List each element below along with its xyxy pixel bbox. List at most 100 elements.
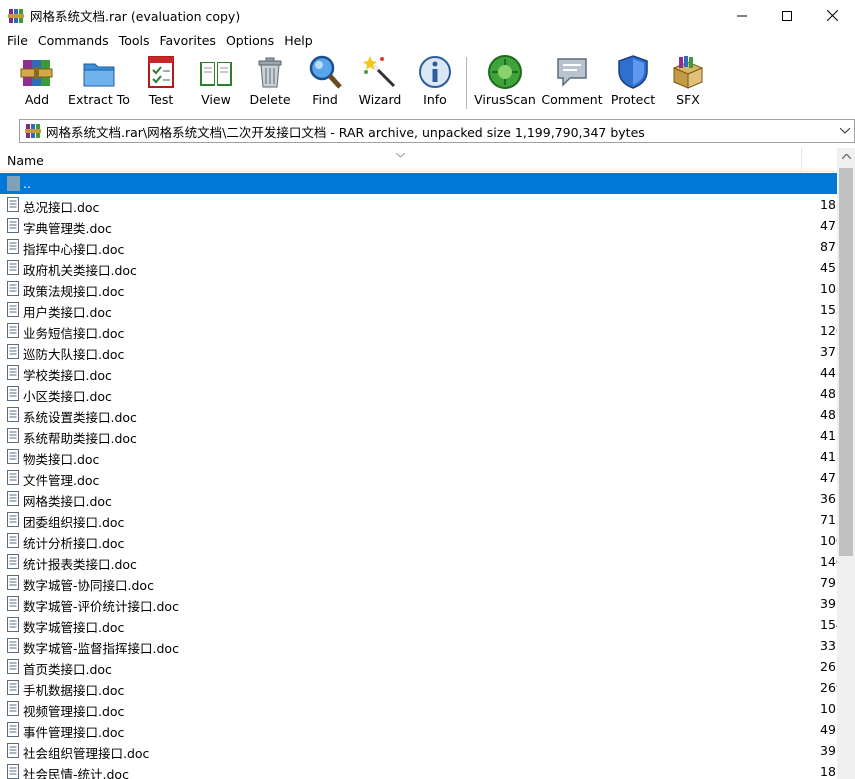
- chevron-down-icon: [840, 128, 850, 134]
- close-button[interactable]: [809, 0, 855, 31]
- comment-icon: [554, 54, 590, 90]
- file-row[interactable]: 政府机关类接口.doc 45: [0, 257, 837, 278]
- file-row[interactable]: 系统设置类接口.doc 487: [0, 404, 837, 425]
- file-row[interactable]: 数字城管-协同接口.doc 79: [0, 572, 837, 593]
- file-row[interactable]: 首页类接口.doc 265: [0, 656, 837, 677]
- column-divider[interactable]: [801, 148, 802, 172]
- file-row[interactable]: 字典管理类.doc 47: [0, 215, 837, 236]
- info-label: Info: [423, 92, 447, 107]
- menu-options[interactable]: Options: [221, 31, 279, 51]
- add-button[interactable]: Add: [17, 54, 57, 112]
- document-file-icon: [7, 365, 19, 380]
- file-row[interactable]: 小区类接口.doc 48: [0, 383, 837, 404]
- file-row[interactable]: 网格类接口.doc 36: [0, 488, 837, 509]
- parent-folder-icon: [7, 176, 20, 191]
- file-name: 手机数据接口.doc: [23, 683, 125, 698]
- file-row[interactable]: 指挥中心接口.doc 87: [0, 236, 837, 257]
- file-row[interactable]: 社会民情-统计.doc 18: [0, 761, 837, 779]
- file-row[interactable]: 统计分析接口.doc 100: [0, 530, 837, 551]
- menu-file[interactable]: File: [2, 31, 33, 51]
- sfx-box-icon: [670, 54, 706, 90]
- scroll-up-button[interactable]: [837, 148, 855, 165]
- menu-tools[interactable]: Tools: [114, 31, 155, 51]
- extract-to-button[interactable]: Extract To: [68, 54, 130, 112]
- file-name: 首页类接口.doc: [23, 662, 112, 677]
- file-list[interactable]: .. 总况接口.doc 18 字典管理类.doc 47 指挥中心接口.doc 87 政府机关…: [0, 173, 837, 779]
- menu-favorites[interactable]: Favorites: [154, 31, 220, 51]
- file-name: 统计分析接口.doc: [23, 536, 125, 551]
- document-file-icon: [7, 470, 19, 485]
- file-size: 39: [820, 743, 836, 758]
- file-name: 指挥中心接口.doc: [23, 242, 125, 257]
- file-size: 100: [820, 533, 837, 548]
- vertical-scrollbar[interactable]: [837, 148, 855, 779]
- minimize-button[interactable]: [719, 0, 765, 31]
- virus-scan-icon: [487, 54, 523, 90]
- test-button[interactable]: Test: [143, 54, 179, 112]
- file-row[interactable]: 巡防大队接口.doc 37: [0, 341, 837, 362]
- wand-icon: [362, 54, 398, 90]
- toolbar: Add Extract To Test View Delete Find Wiz…: [0, 51, 855, 115]
- file-name: 数字城管-评价统计接口.doc: [23, 599, 179, 614]
- file-row[interactable]: 团委组织接口.doc 71: [0, 509, 837, 530]
- test-checklist-icon: [143, 54, 179, 90]
- comment-button[interactable]: Comment: [541, 54, 603, 112]
- chevron-up-icon: [841, 154, 851, 159]
- file-row[interactable]: 政策法规接口.doc 108: [0, 278, 837, 299]
- file-size: 87: [820, 239, 836, 254]
- wizard-button[interactable]: Wizard: [358, 54, 402, 112]
- sfx-button[interactable]: SFX: [669, 54, 707, 112]
- file-row[interactable]: 数字城管-监督指挥接口.doc 33: [0, 635, 837, 656]
- file-row[interactable]: 数字城管接口.doc 154: [0, 614, 837, 635]
- file-row[interactable]: 用户类接口.doc 155: [0, 299, 837, 320]
- file-row[interactable]: 事件管理接口.doc 49: [0, 719, 837, 740]
- file-size: 154: [820, 617, 837, 632]
- file-row[interactable]: 数字城管-评价统计接口.doc 39: [0, 593, 837, 614]
- menu-bar: File Commands Tools Favorites Options He…: [0, 31, 855, 51]
- protect-button[interactable]: Protect: [611, 54, 655, 112]
- sort-indicator-icon: [395, 147, 406, 161]
- file-size: 71: [820, 512, 836, 527]
- find-button[interactable]: Find: [306, 54, 344, 112]
- document-file-icon: [7, 428, 19, 443]
- file-row[interactable]: 学校类接口.doc 44: [0, 362, 837, 383]
- trash-icon: [252, 54, 288, 90]
- file-row[interactable]: 业务短信接口.doc 120: [0, 320, 837, 341]
- file-name: 社会民情-统计.doc: [23, 767, 129, 779]
- file-size: 37: [820, 344, 836, 359]
- file-row[interactable]: 手机数据接口.doc 269: [0, 677, 837, 698]
- file-row[interactable]: 统计报表类接口.doc 140: [0, 551, 837, 572]
- file-size: 18: [820, 197, 836, 212]
- menu-help[interactable]: Help: [279, 31, 318, 51]
- document-file-icon: [7, 533, 19, 548]
- file-size: 79: [820, 575, 836, 590]
- file-row[interactable]: 物类接口.doc 41: [0, 446, 837, 467]
- info-button[interactable]: Info: [417, 54, 453, 112]
- view-button[interactable]: View: [194, 54, 238, 112]
- virusscan-button[interactable]: VirusScan: [474, 54, 536, 112]
- file-name: 用户类接口.doc: [23, 305, 112, 320]
- file-size: 44: [820, 365, 836, 380]
- toolbar-separator: [466, 57, 467, 109]
- virusscan-label: VirusScan: [474, 92, 536, 107]
- file-size: 269: [820, 680, 837, 695]
- file-row[interactable]: 视频管理接口.doc 101: [0, 698, 837, 719]
- file-name: 字典管理类.doc: [23, 221, 112, 236]
- file-row[interactable]: 文件管理.doc 47: [0, 467, 837, 488]
- file-name: 事件管理接口.doc: [23, 725, 125, 740]
- address-bar[interactable]: 网格系统文档.rar\网格系统文档\二次开发接口文档 - RAR archive…: [19, 119, 855, 143]
- column-header-name[interactable]: Name: [7, 153, 44, 168]
- file-size: 45: [820, 260, 836, 275]
- file-row[interactable]: 总况接口.doc 18: [0, 194, 837, 215]
- close-icon: [826, 10, 838, 21]
- file-row[interactable]: 社会组织管理接口.doc 39: [0, 740, 837, 761]
- parent-folder-row[interactable]: ..: [0, 173, 837, 194]
- maximize-button[interactable]: [764, 0, 810, 31]
- delete-label: Delete: [249, 92, 291, 107]
- delete-button[interactable]: Delete: [249, 54, 291, 112]
- file-size: 33: [820, 638, 836, 653]
- scroll-thumb[interactable]: [839, 168, 853, 556]
- file-row[interactable]: 系统帮助类接口.doc 41: [0, 425, 837, 446]
- menu-commands[interactable]: Commands: [33, 31, 114, 51]
- address-dropdown-button[interactable]: [836, 120, 854, 142]
